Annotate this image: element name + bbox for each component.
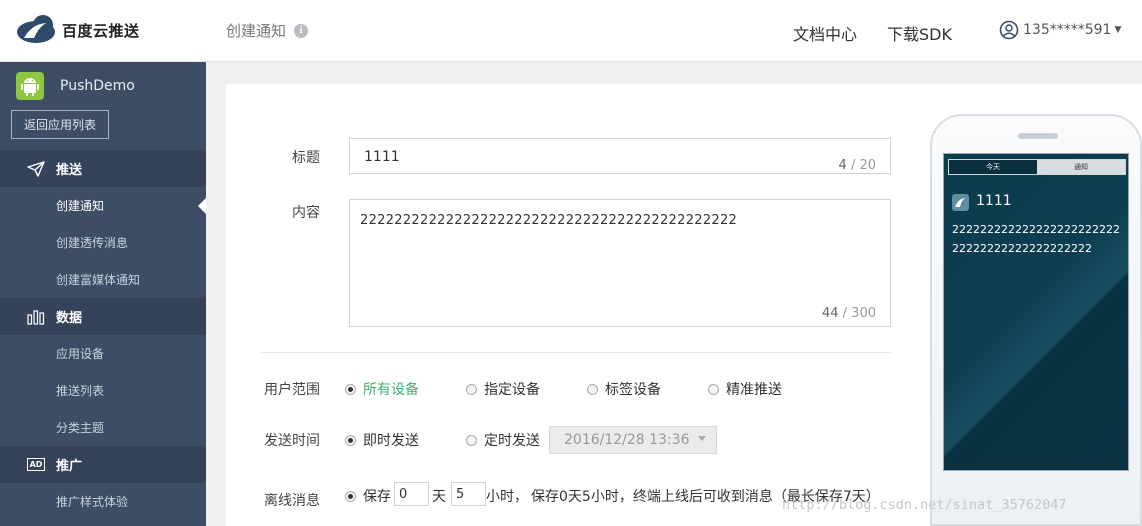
sidebar-item-label: 推广样式体验 <box>56 495 129 509</box>
radio-dot <box>466 434 477 446</box>
radio-label: 即时发送 <box>363 433 419 449</box>
sidebar: PushDemo 返回应用列表 推送 创建通知 创建透传消息 创建富媒体通知 数… <box>0 62 206 526</box>
ad-glyph: AD <box>26 458 46 471</box>
radio-dot <box>345 490 356 502</box>
back-to-app-list-button[interactable]: 返回应用列表 <box>11 110 109 139</box>
form-divider <box>261 352 891 353</box>
user-phone: 135*****591 <box>1023 22 1112 38</box>
active-indicator <box>198 197 206 214</box>
sidebar-item-create-notification[interactable]: 创建通知 <box>0 187 206 224</box>
title-input-value: 1111 <box>364 149 400 165</box>
sidebar-item-app-devices[interactable]: 应用设备 <box>0 335 206 372</box>
radio-dot <box>587 383 598 395</box>
days-unit: 天 <box>432 489 446 505</box>
preview-tab-today[interactable]: 今天 <box>949 160 1037 174</box>
content-char-counter: 44 / 300 <box>821 306 876 321</box>
chevron-down-icon <box>698 436 706 441</box>
brand-name: 百度云推送 <box>62 21 140 40</box>
sidebar-item-create-passthrough[interactable]: 创建透传消息 <box>0 224 206 261</box>
chevron-down-icon: ▼ <box>1114 25 1122 35</box>
radio-dot <box>345 383 356 395</box>
content-textarea[interactable]: 2222222222222222222222222222222222222222… <box>349 199 891 327</box>
title-label: 标题 <box>292 150 320 166</box>
preview-tabs: 今天 通知 <box>948 159 1126 175</box>
send-time-label: 发送时间 <box>264 433 320 449</box>
top-header: 百度云推送 创建通知 i 文档中心 下载SDK 135*****591 ▼ <box>0 0 1142 62</box>
scope-specific-devices-radio[interactable]: 指定设备 <box>466 379 540 399</box>
sidebar-section-data[interactable]: 数据 <box>0 298 206 335</box>
radio-label: 指定设备 <box>484 382 540 398</box>
offline-save-radio[interactable]: 保存 <box>345 486 391 506</box>
offline-hours-input[interactable]: 5 <box>451 482 486 506</box>
app-header: PushDemo <box>16 72 135 100</box>
user-avatar-icon <box>999 20 1019 40</box>
nav-sdk-link[interactable]: 下载SDK <box>887 21 952 45</box>
sidebar-item-topics[interactable]: 分类主题 <box>0 409 206 446</box>
cloud-logo-icon <box>17 15 55 43</box>
sidebar-item-label: 分类主题 <box>56 421 105 435</box>
preview-title: 1111 <box>976 193 1012 209</box>
radio-dot <box>345 434 356 446</box>
preview-body: 2222222222222222222222222222222222222222… <box>952 223 1120 255</box>
info-icon[interactable]: i <box>294 23 309 38</box>
sidebar-item-label: 推送列表 <box>56 384 105 398</box>
radio-dot <box>708 383 719 395</box>
android-icon <box>16 72 44 100</box>
bar-chart-icon <box>26 307 46 327</box>
brand-logo[interactable]: 百度云推送 <box>16 14 140 46</box>
title-char-counter: 4 / 20 <box>838 158 876 173</box>
scope-precise-push-radio[interactable]: 精准推送 <box>708 379 782 399</box>
sidebar-section-label: 推广 <box>56 459 83 474</box>
phone-screen: 今天 通知 1111 22222222222222222222222222222… <box>943 153 1129 471</box>
schedule-datetime-select[interactable]: 2016/12/28 13:36 <box>549 426 717 454</box>
scope-all-devices-radio[interactable]: 所有设备 <box>345 379 419 399</box>
user-scope-label: 用户范围 <box>264 382 320 398</box>
radio-dot <box>466 383 477 395</box>
scope-tag-devices-radio[interactable]: 标签设备 <box>587 379 661 399</box>
paper-plane-icon <box>26 159 46 179</box>
phone-preview: 今天 通知 1111 22222222222222222222222222222… <box>930 114 1142 526</box>
sidebar-section-push[interactable]: 推送 <box>0 150 206 187</box>
sidebar-item-label: 应用设备 <box>56 347 105 361</box>
send-scheduled-radio[interactable]: 定时发送 <box>466 430 540 450</box>
radio-label: 所有设备 <box>363 382 419 398</box>
app-notification-icon <box>952 194 969 211</box>
send-now-radio[interactable]: 即时发送 <box>345 430 419 450</box>
datetime-value: 2016/12/28 13:36 <box>564 432 690 448</box>
sidebar-item-promo-style[interactable]: 推广样式体验 <box>0 483 206 520</box>
page-title-text: 创建通知 <box>226 22 287 40</box>
page-title: 创建通知 i <box>226 20 309 41</box>
radio-label: 标签设备 <box>605 382 661 398</box>
sidebar-section-label: 数据 <box>56 311 83 326</box>
offline-days-input[interactable]: 0 <box>394 482 429 506</box>
ad-icon: AD <box>26 455 46 475</box>
nav-docs-link[interactable]: 文档中心 <box>793 21 857 45</box>
radio-label: 精准推送 <box>726 382 782 398</box>
title-input[interactable]: 1111 4 / 20 <box>349 138 891 174</box>
radio-label: 保存 <box>363 489 391 505</box>
app-name: PushDemo <box>60 78 135 94</box>
sidebar-item-push-list[interactable]: 推送列表 <box>0 372 206 409</box>
hours-unit: 小时， <box>486 489 528 505</box>
content-textarea-value: 2222222222222222222222222222222222222222… <box>360 213 738 228</box>
sidebar-item-label: 创建通知 <box>56 199 105 213</box>
sidebar-item-label: 创建透传消息 <box>56 236 129 250</box>
radio-label: 定时发送 <box>484 433 540 449</box>
watermark: http://blog.csdn.net/sinat_35762047 <box>782 497 1067 513</box>
sidebar-item-create-rich-media[interactable]: 创建富媒体通知 <box>0 261 206 298</box>
sidebar-item-label: 创建富媒体通知 <box>56 273 141 287</box>
offline-message-label: 离线消息 <box>264 493 320 509</box>
sidebar-section-label: 推送 <box>56 163 83 178</box>
user-menu[interactable]: 135*****591 ▼ <box>999 20 1121 40</box>
preview-tab-notifications[interactable]: 通知 <box>1037 160 1125 174</box>
content-label: 内容 <box>292 205 320 221</box>
phone-speaker <box>1018 133 1058 139</box>
sidebar-section-promotion[interactable]: AD 推广 <box>0 446 206 483</box>
